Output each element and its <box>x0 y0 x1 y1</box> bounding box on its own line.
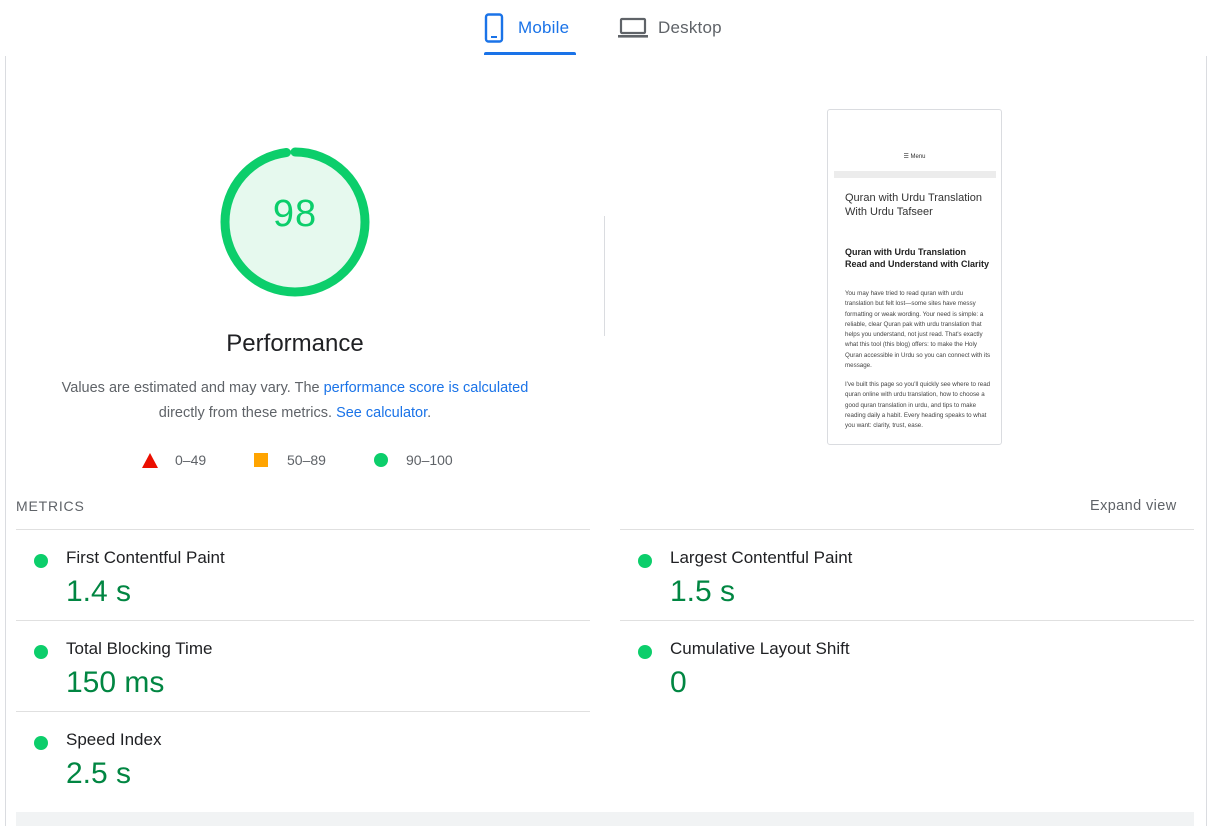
metric-value: 1.5 s <box>670 575 736 608</box>
metric-label: Total Blocking Time <box>66 639 213 658</box>
legend-pass-label: 90–100 <box>406 452 453 468</box>
pass-circle-icon <box>34 554 48 568</box>
final-screenshot[interactable]: ☰ Menu Quran with Urdu Translation With … <box>827 109 1002 445</box>
thumb-paragraph: I've built this page so you'll quickly s… <box>845 381 991 430</box>
vertical-divider <box>604 216 605 336</box>
tab-mobile[interactable]: Mobile <box>484 0 576 56</box>
tab-mobile-label: Mobile <box>518 18 570 37</box>
legend-fail: 0–49 <box>142 451 206 469</box>
desc-text: Values are estimated and may vary. The <box>61 380 324 396</box>
triangle-icon <box>142 452 158 468</box>
thumb-menu: ☰ Menu <box>903 154 926 160</box>
thumb-subheading: Quran with Urdu Translation Read and Und… <box>845 247 990 269</box>
pass-circle-icon <box>638 645 652 659</box>
metric-lcp: Largest Contentful Paint 1.5 s <box>620 530 1180 620</box>
metric-tbt: Total Blocking Time 150 ms <box>16 621 576 711</box>
metric-value: 1.4 s <box>66 575 132 608</box>
score-calculated-link[interactable]: performance score is calculated <box>324 380 529 396</box>
thumb-search-bar <box>834 171 996 178</box>
score-value: 98 <box>272 193 318 235</box>
metric-fcp: First Contentful Paint 1.4 s <box>16 530 576 620</box>
metric-si: Speed Index 2.5 s <box>16 712 576 802</box>
pass-circle-icon <box>638 554 652 568</box>
metric-cls: Cumulative Layout Shift 0 <box>620 621 1180 711</box>
metric-value: 2.5 s <box>66 757 132 790</box>
thumb-paragraph: You may have tried to read quran with ur… <box>845 290 991 370</box>
metric-label: Speed Index <box>66 730 162 749</box>
desc-text: . <box>427 405 432 421</box>
metrics-title: METRICS <box>16 498 85 514</box>
phone-icon <box>484 13 504 43</box>
metric-value: 0 <box>670 666 687 699</box>
tab-desktop[interactable]: Desktop <box>618 0 734 56</box>
score-description: Values are estimated and may vary. The p… <box>40 376 550 426</box>
legend-pass: 90–100 <box>374 451 453 469</box>
legend-average: 50–89 <box>254 451 326 469</box>
circle-icon <box>374 453 388 467</box>
square-icon <box>254 453 268 467</box>
pass-circle-icon <box>34 645 48 659</box>
device-tabs: Mobile Desktop <box>0 0 1207 56</box>
metric-label: Largest Contentful Paint <box>670 548 853 567</box>
desc-text: directly from these metrics. <box>158 405 337 421</box>
metric-label: First Contentful Paint <box>66 548 225 567</box>
treemap-bar <box>16 812 1194 826</box>
metric-label: Cumulative Layout Shift <box>670 639 850 658</box>
category-title: Performance <box>226 330 364 357</box>
legend-average-label: 50–89 <box>287 452 326 468</box>
active-tab-indicator <box>484 52 576 55</box>
legend-fail-label: 0–49 <box>175 452 207 468</box>
thumb-heading: Quran with Urdu Translation With Urdu Ta… <box>845 192 982 218</box>
metric-value: 150 ms <box>66 666 165 699</box>
see-calculator-link[interactable]: See calculator <box>336 405 427 421</box>
pass-circle-icon <box>34 736 48 750</box>
expand-view-button[interactable]: Expand view <box>1090 498 1177 514</box>
laptop-icon <box>618 17 648 38</box>
tab-desktop-label: Desktop <box>658 18 722 37</box>
